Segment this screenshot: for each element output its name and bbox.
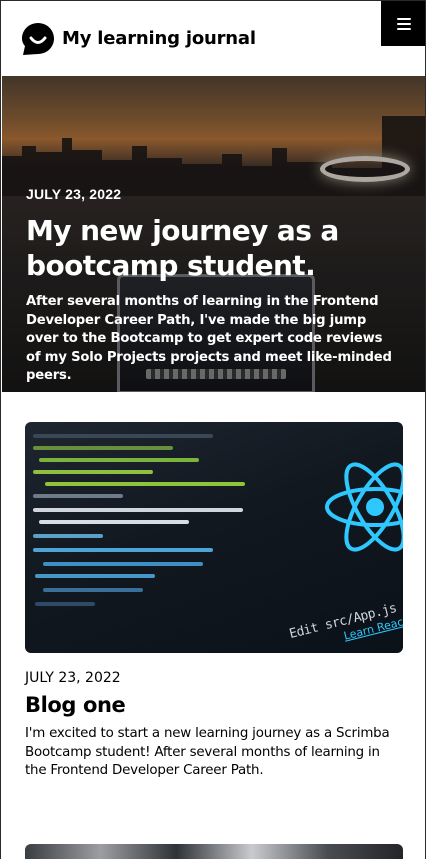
post-title[interactable]: Blog one xyxy=(25,693,403,717)
next-post-thumbnail[interactable] xyxy=(25,844,403,859)
hero-excerpt: After several months of learning in the … xyxy=(26,294,392,383)
site-header: My learning journal xyxy=(1,1,425,76)
blog-post-card[interactable]: Edit src/App.js and save Learn React JUL… xyxy=(25,422,403,781)
post-date: JULY 23, 2022 xyxy=(25,670,121,686)
hero-featured-post[interactable]: JULY 23, 2022 My new journey as a bootca… xyxy=(2,76,425,392)
react-logo-icon xyxy=(325,462,403,552)
hero-date: JULY 23, 2022 xyxy=(26,186,122,202)
menu-button[interactable] xyxy=(381,1,425,46)
post-excerpt: I'm excited to start a new learning jour… xyxy=(25,726,390,778)
hero-content: JULY 23, 2022 My new journey as a bootca… xyxy=(26,186,396,386)
site-title[interactable]: My learning journal xyxy=(62,28,256,49)
page: My learning journal JULY 23, 2022 My new… xyxy=(0,0,426,859)
chat-bubble-smile-icon[interactable] xyxy=(21,22,55,56)
hamburger-menu-icon xyxy=(397,17,411,30)
hero-title[interactable]: My new journey as a bootcamp student. xyxy=(26,213,396,283)
post-thumbnail-code-image[interactable]: Edit src/App.js and save Learn React xyxy=(25,422,403,653)
